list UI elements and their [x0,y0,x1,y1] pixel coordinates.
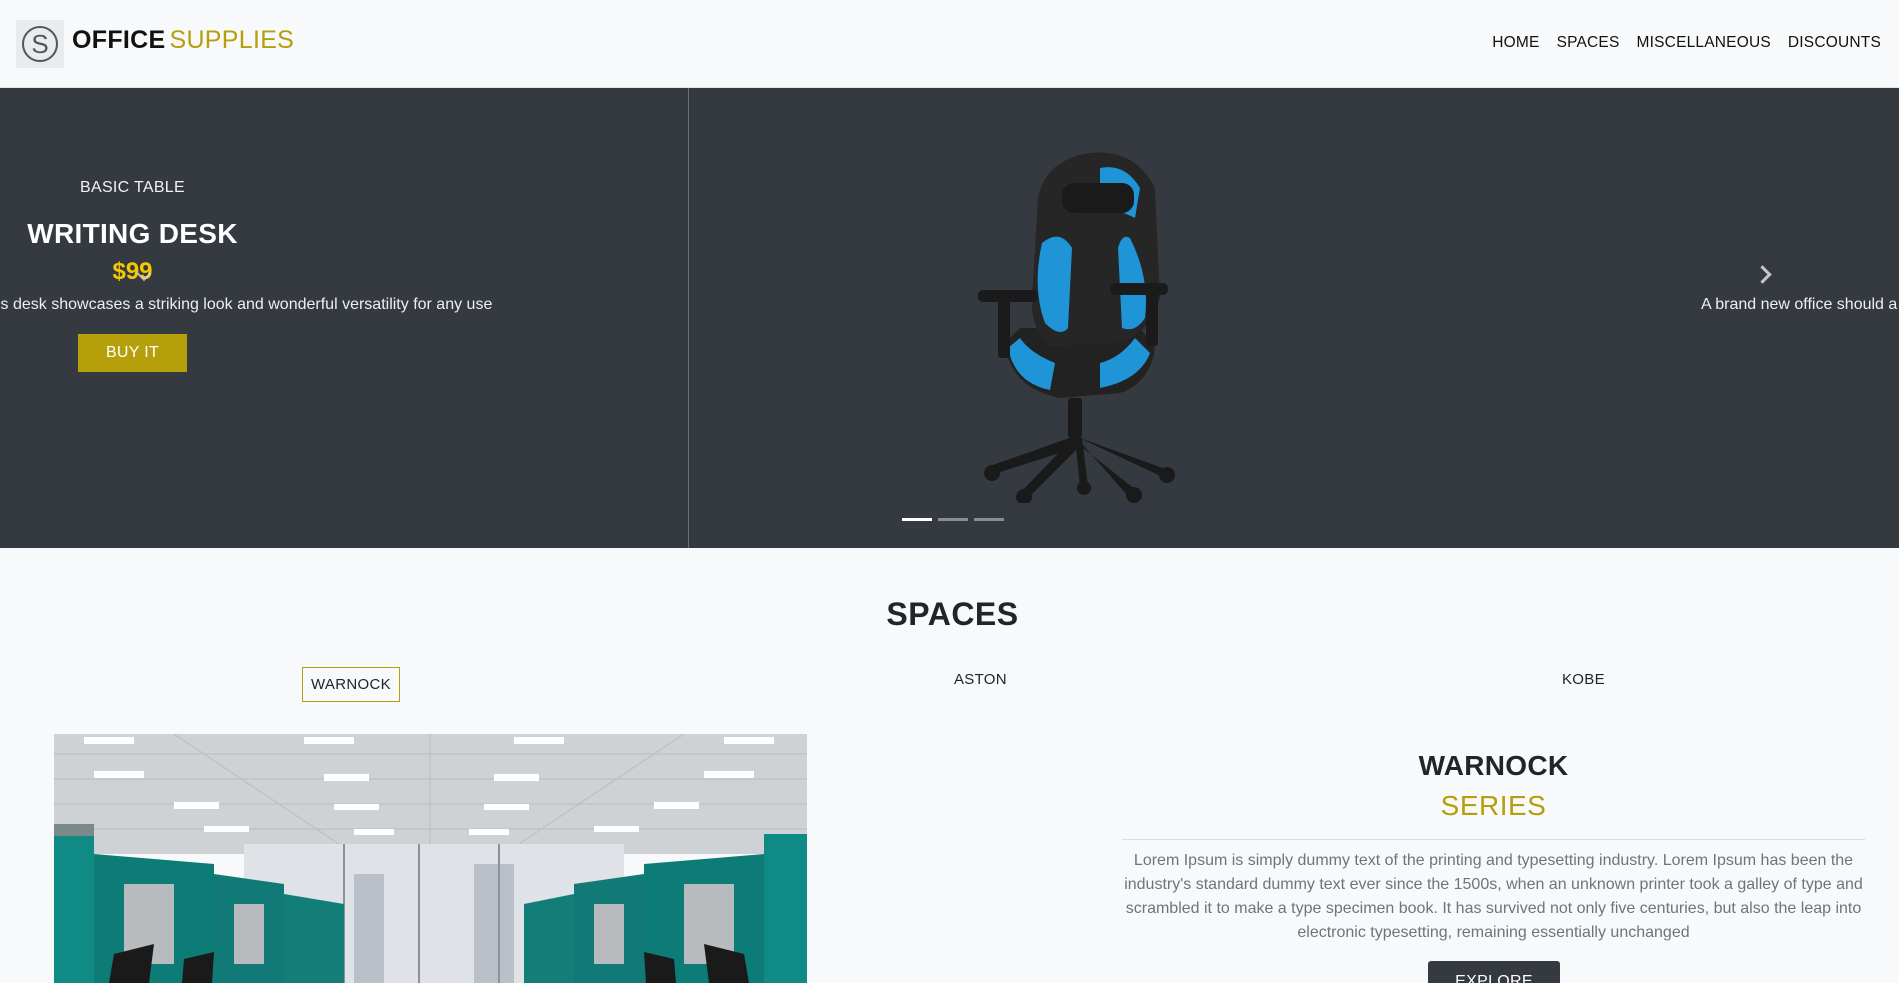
series-name: WARNOCK [1418,750,1569,781]
nav-spaces[interactable]: SPACES [1557,34,1620,52]
slide-description: is desk showcases a striking look and wo… [0,296,493,313]
hero-carousel: BASIC TABLE WRITING DESK $99 is desk sho… [0,88,1899,548]
carousel-indicator-2[interactable] [938,518,968,521]
series-divider [1122,839,1865,840]
next-slide-description: A brand new office should a [1701,296,1898,313]
series-description: Lorem Ipsum is simply dummy text of the … [1124,852,1863,941]
carousel-indicator-3[interactable] [974,518,1004,521]
brand-supplies: SUPPLIES [169,26,295,54]
tab-aston[interactable]: ASTON [945,667,1016,692]
main-nav: HOME SPACES MISCELLANEOUS DISCOUNTS [1492,34,1881,52]
slide-caption: BASIC TABLE WRITING DESK $99 is desk sho… [0,88,688,548]
slide-category: BASIC TABLE [80,179,185,196]
slide-divider [688,88,689,548]
spaces-heading: SPACES [886,596,1019,632]
gaming-chair-image [978,152,1175,503]
logo[interactable]: S [16,20,64,68]
explore-button[interactable]: EXPLORE [1428,961,1560,983]
tab-warnock[interactable]: WARNOCK [302,667,400,702]
brand-name[interactable]: OFFICE SUPPLIES [72,26,294,55]
carousel-indicator-1[interactable] [902,518,932,521]
nav-home[interactable]: HOME [1492,34,1539,52]
nav-miscellaneous[interactable]: MISCELLANEOUS [1637,34,1771,52]
carousel-next-icon[interactable] [1752,260,1778,286]
brand-office: OFFICE [72,26,166,54]
slide-title: WRITING DESK [27,218,238,249]
tab-kobe[interactable]: KOBE [1553,667,1614,692]
buy-it-button[interactable]: BUY IT [78,334,187,372]
chair-base [984,398,1175,503]
carousel-indicators [902,518,1004,521]
nav-discounts[interactable]: DISCOUNTS [1788,34,1881,52]
series-label: SERIES [1440,790,1547,821]
navbar: S OFFICE SUPPLIES HOME SPACES MISCELLANEO… [0,0,1899,88]
slide-price: $99 [112,258,153,285]
office-space-image [54,734,807,983]
logo-icon: S [22,26,58,62]
